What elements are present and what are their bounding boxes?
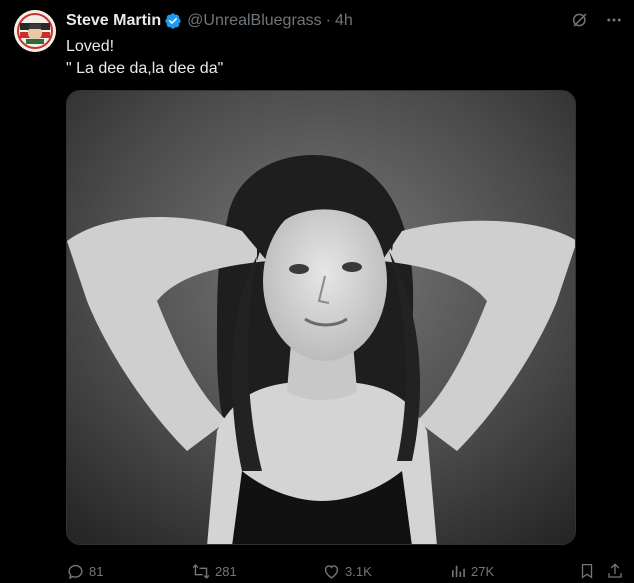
share-icon (606, 562, 624, 580)
tweet-photo[interactable] (66, 90, 576, 545)
reply-button[interactable]: 81 (66, 562, 103, 581)
separator-dot: · (325, 12, 331, 29)
author-name[interactable]: Steve Martin (66, 11, 161, 31)
share-button[interactable] (606, 562, 624, 580)
post-time[interactable]: 4h (335, 11, 353, 31)
bookmark-button[interactable] (578, 562, 596, 580)
reply-count: 81 (89, 563, 104, 579)
tweet-text-line: Loved! (66, 38, 115, 55)
repost-count: 281 (215, 563, 237, 579)
views-count: 27K (471, 563, 495, 579)
author-handle[interactable]: @UnrealBluegrass (187, 11, 322, 31)
tweet-text: Loved! " La dee da,la dee da" (66, 36, 606, 80)
verified-badge-icon (164, 12, 182, 30)
avatar-image (14, 10, 56, 52)
tweet-actions: 81 281 3.1K 27K (60, 560, 628, 582)
tweet-header: Steve Martin @UnrealBluegrass · 4h (66, 10, 353, 32)
like-button[interactable]: 3.1K (322, 562, 372, 581)
grok-icon[interactable] (570, 10, 590, 30)
reply-icon (66, 562, 85, 581)
bookmark-icon (578, 562, 596, 580)
tweet-text-line: " La dee da,la dee da" (66, 60, 224, 77)
author-avatar[interactable] (14, 10, 56, 52)
more-icon[interactable] (604, 10, 624, 30)
top-right-actions (570, 10, 624, 30)
heart-icon (322, 562, 341, 581)
repost-icon (191, 562, 211, 581)
views-button[interactable]: 27K (449, 562, 494, 580)
black-and-white-portrait-image (67, 91, 575, 544)
tweet: Steve Martin @UnrealBluegrass · 4h Loved… (0, 0, 634, 583)
views-icon (449, 562, 467, 580)
repost-button[interactable]: 281 (191, 562, 237, 581)
like-count: 3.1K (345, 563, 372, 579)
